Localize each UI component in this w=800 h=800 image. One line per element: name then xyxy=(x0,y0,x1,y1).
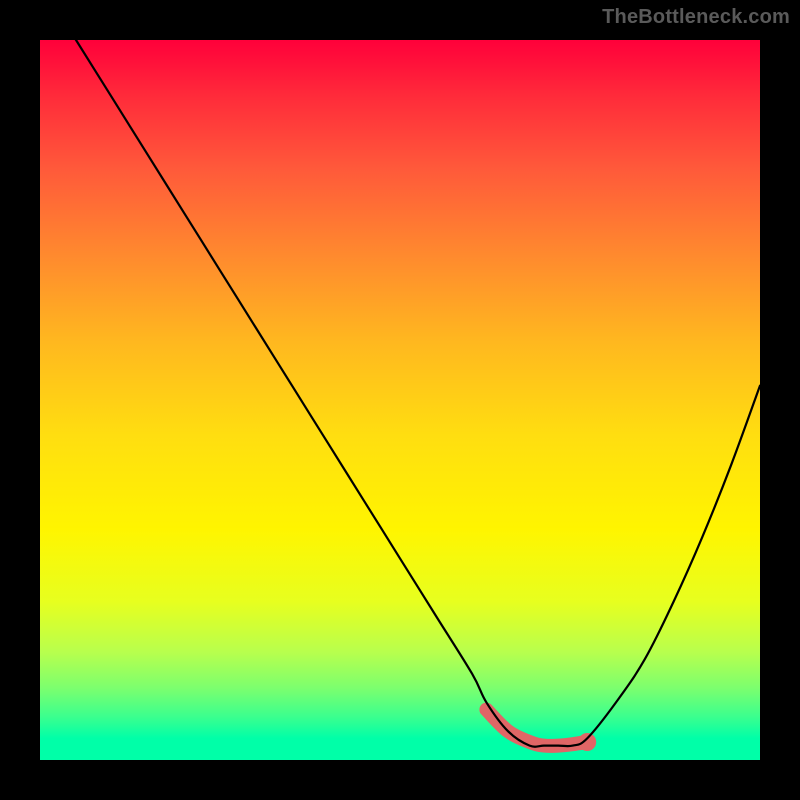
bottleneck-highlight-end-dot xyxy=(578,733,596,751)
chart-frame: TheBottleneck.com xyxy=(0,0,800,800)
chart-svg xyxy=(40,40,760,760)
plot-area xyxy=(40,40,760,760)
watermark-text: TheBottleneck.com xyxy=(602,6,790,29)
bottleneck-curve xyxy=(40,0,760,747)
bottleneck-highlight xyxy=(486,710,587,746)
